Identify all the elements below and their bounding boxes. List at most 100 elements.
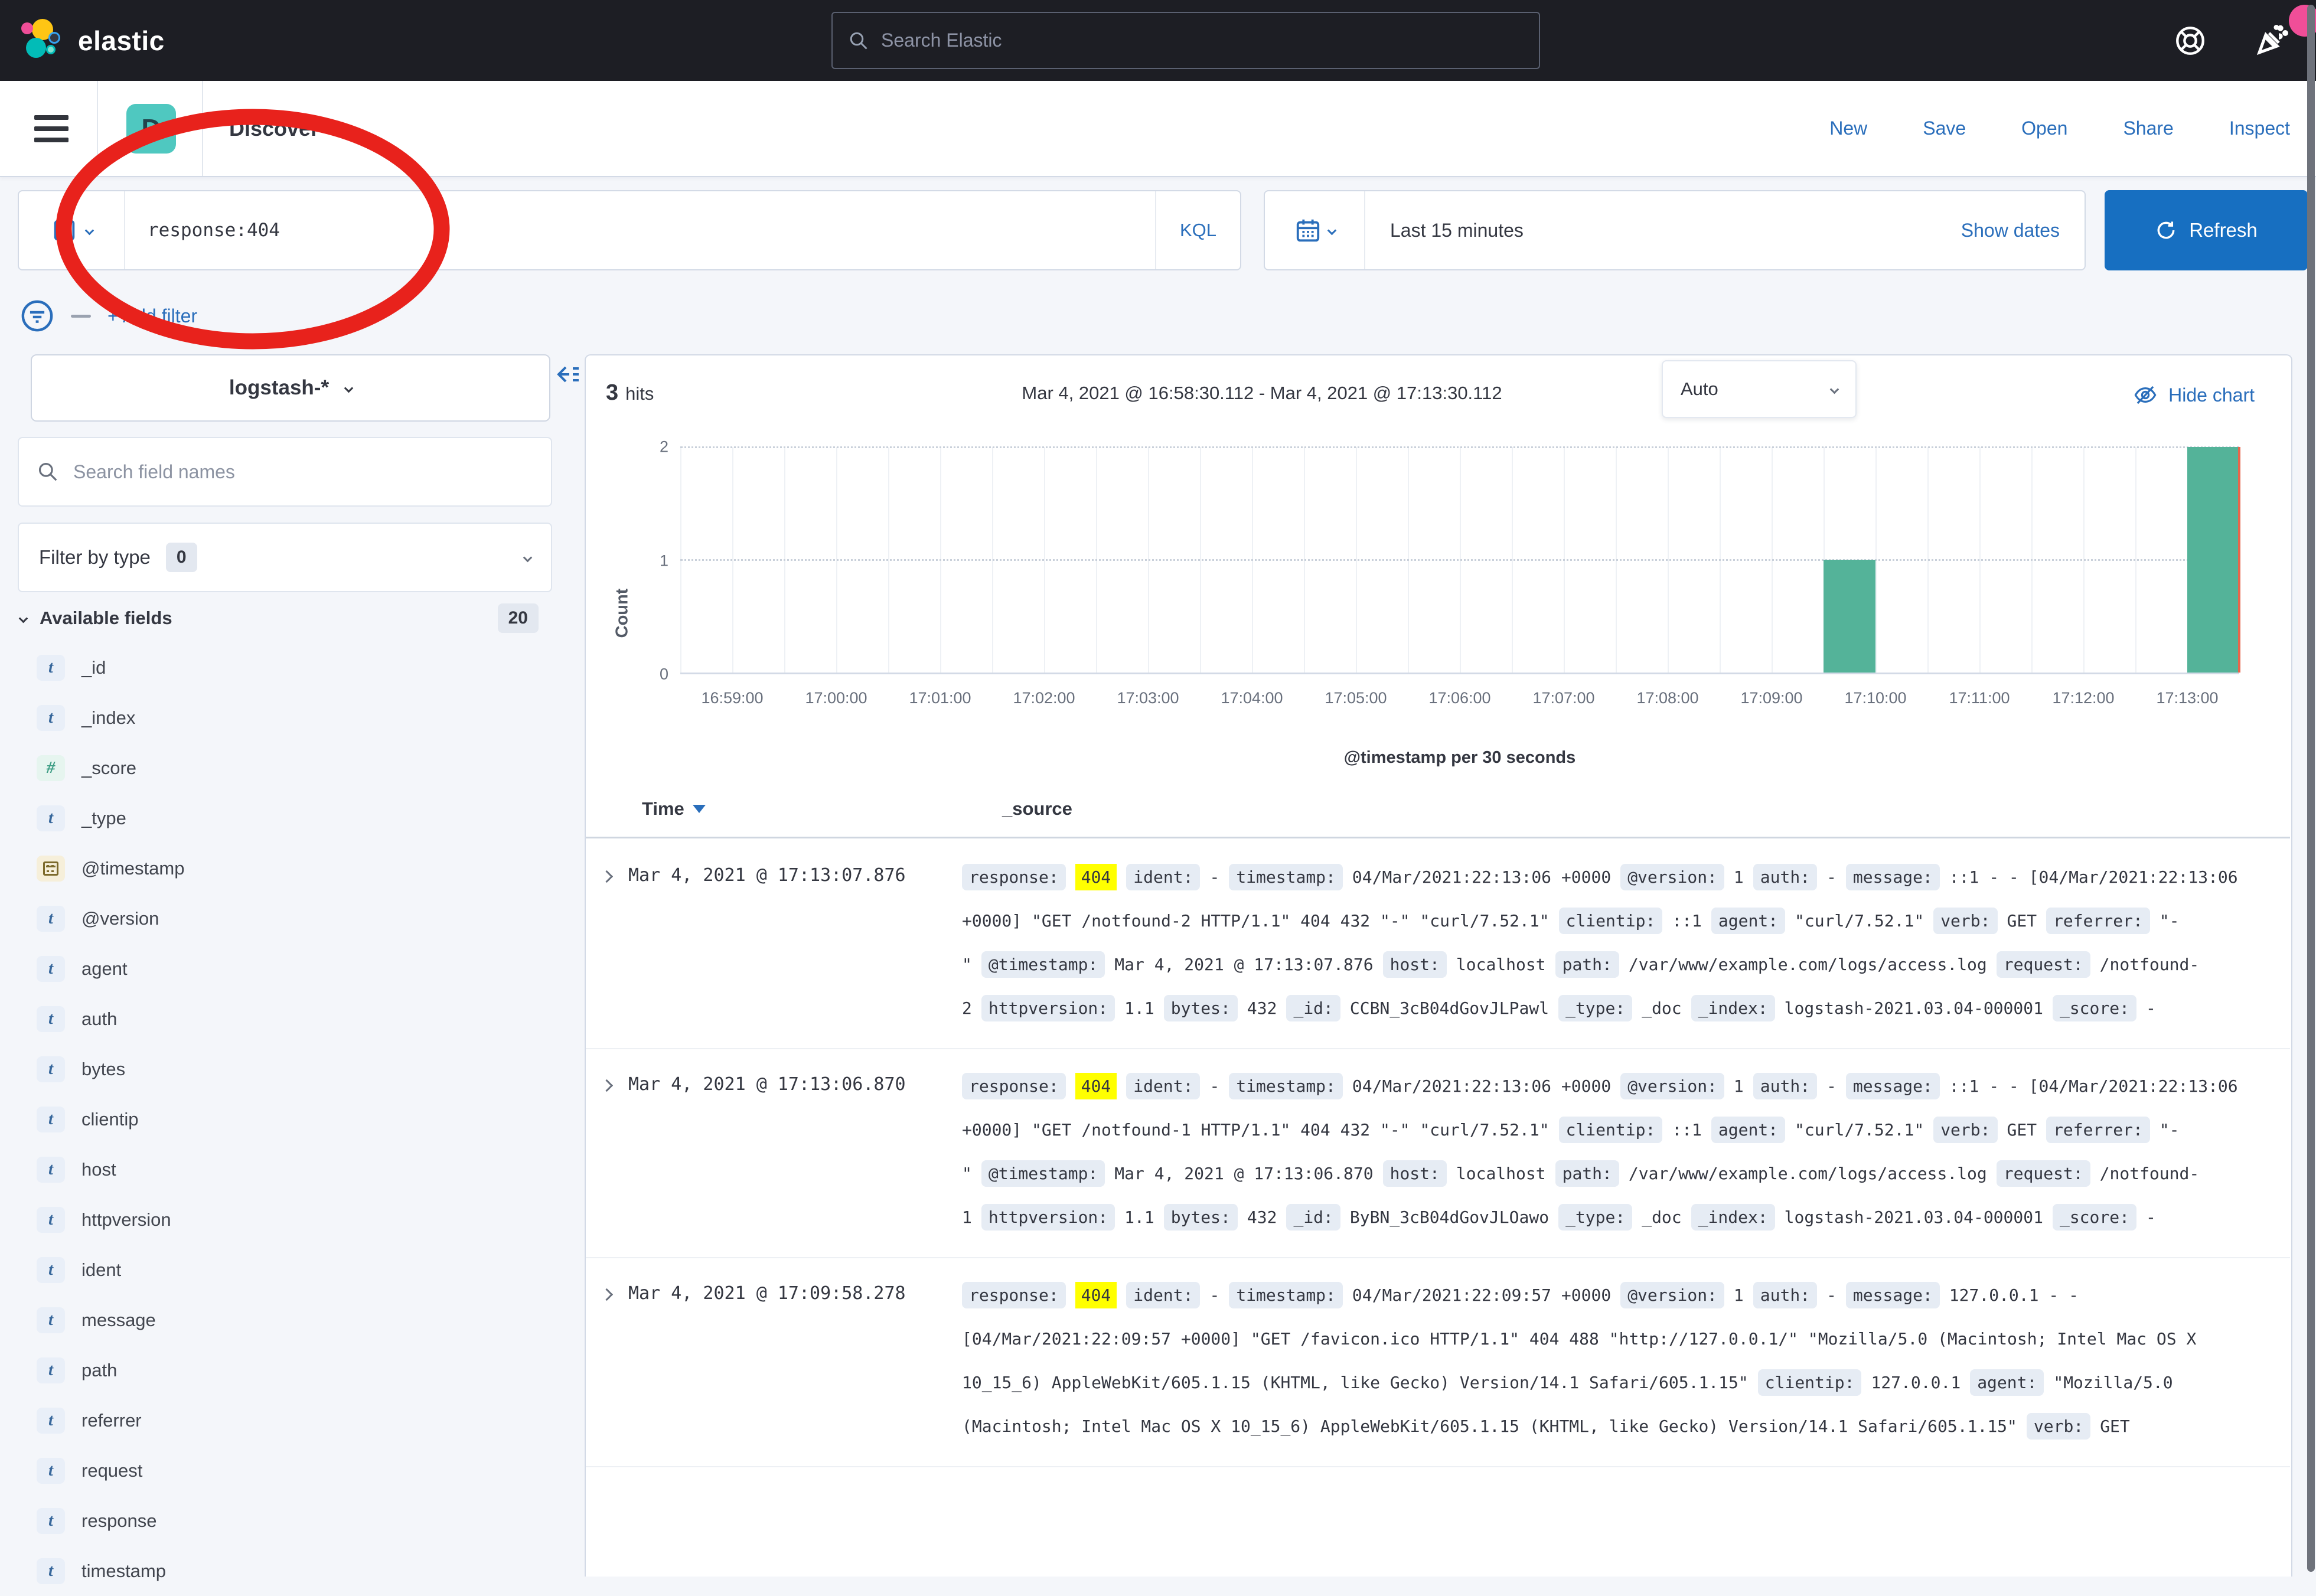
field-name: response [81, 1510, 157, 1532]
histogram-bar[interactable] [1824, 560, 1875, 673]
divider [202, 81, 203, 176]
chevron-down-icon [19, 613, 28, 623]
show-dates-link[interactable]: Show dates [1961, 220, 2060, 241]
field-badge: @version: [1620, 864, 1724, 890]
field-value: 04/Mar/2021:22:09:57 +0000 [1352, 1285, 1611, 1305]
nav-action-share[interactable]: Share [2123, 118, 2173, 139]
x-tick-label: 17:06:00 [1428, 689, 1490, 707]
field-item-clientip[interactable]: tclientip [0, 1094, 585, 1144]
field-badge: host: [1383, 1160, 1447, 1187]
field-item-bytes[interactable]: tbytes [0, 1044, 585, 1094]
field-item-request[interactable]: trequest [0, 1445, 585, 1496]
y-tick-label: 0 [660, 665, 668, 684]
filter-by-type-label: Filter by type [39, 546, 151, 569]
filter-bar: + Add filter [20, 283, 197, 348]
chevron-down-icon [344, 383, 354, 393]
field-badge: referrer: [2046, 1117, 2150, 1143]
discover-app-badge[interactable]: D [126, 104, 176, 154]
newsfeed-icon[interactable] [2253, 20, 2292, 59]
field-item-ident[interactable]: tident [0, 1245, 585, 1295]
field-badge: response: [962, 864, 1066, 890]
expand-doc-toggle[interactable] [586, 1065, 628, 1239]
field-name: message [81, 1310, 156, 1331]
field-item-_id[interactable]: t_id [0, 642, 585, 693]
text-field-icon: t [37, 705, 65, 731]
filter-icon[interactable] [20, 299, 54, 333]
query-input[interactable]: response:404 KQL [18, 190, 1241, 270]
refresh-button[interactable]: Refresh [2105, 190, 2308, 270]
calendar-field-icon [37, 856, 65, 882]
index-pattern-name: logstash-* [229, 376, 329, 400]
collapse-sidebar-icon[interactable] [554, 360, 582, 389]
field-name: ident [81, 1259, 121, 1281]
hits-count: 3 [606, 380, 618, 406]
global-header: elastic [0, 0, 2316, 81]
field-item-_index[interactable]: t_index [0, 693, 585, 743]
field-item-timestamp[interactable]: ttimestamp [0, 1546, 585, 1596]
search-icon [37, 461, 59, 483]
x-axis-title: @timestamp per 30 seconds [680, 748, 2239, 768]
nav-action-save[interactable]: Save [1923, 118, 1966, 139]
global-search[interactable] [831, 12, 1540, 69]
field-value: - [1826, 867, 1837, 887]
elastic-brand[interactable]: elastic [21, 19, 165, 63]
available-fields-label: Available fields [40, 608, 172, 629]
field-item-agent[interactable]: tagent [0, 944, 585, 994]
field-value: - [1826, 1076, 1837, 1096]
global-search-input[interactable] [881, 30, 1472, 51]
range-end-marker [2238, 447, 2240, 673]
field-value: 1 [1734, 867, 1744, 887]
x-tick-label: 17:03:00 [1117, 689, 1179, 707]
nav-action-inspect[interactable]: Inspect [2229, 118, 2290, 139]
field-badge: path: [1555, 951, 1619, 978]
field-badge: auth: [1753, 864, 1817, 890]
time-range-value[interactable]: Last 15 minutes [1390, 220, 1524, 241]
nav-action-new[interactable]: New [1829, 118, 1867, 139]
field-value: logstash-2021.03.04-000001 [1785, 998, 2043, 1018]
field-item-httpversion[interactable]: thttpversion [0, 1194, 585, 1245]
filter-by-type[interactable]: Filter by type 0 [18, 523, 552, 592]
add-filter-link[interactable]: + Add filter [107, 305, 197, 327]
interval-value: Auto [1681, 378, 1718, 400]
histogram-bar[interactable] [2187, 447, 2239, 673]
divider [97, 81, 98, 176]
field-value: ByBN_3cB04dGovJLOawo [1350, 1207, 1549, 1227]
text-field-icon: t [37, 1307, 65, 1333]
field-item-referrer[interactable]: treferrer [0, 1395, 585, 1445]
nav-action-open[interactable]: Open [2021, 118, 2067, 139]
field-item-auth[interactable]: tauth [0, 994, 585, 1044]
query-text[interactable]: response:404 [148, 220, 280, 241]
saved-query-icon [51, 217, 78, 244]
x-tick-label: 16:59:00 [701, 689, 763, 707]
field-value: 127.0.0.1 [1871, 1373, 1961, 1392]
field-item-_score[interactable]: #_score [0, 743, 585, 793]
field-item-@timestamp[interactable]: @timestamp [0, 843, 585, 893]
kql-toggle[interactable]: KQL [1155, 191, 1240, 269]
field-badge: _type: [1558, 1204, 1632, 1231]
field-value: CCBN_3cB04dGovJLPawl [1350, 998, 1549, 1018]
time-column-header[interactable]: Time [642, 798, 706, 820]
field-item-message[interactable]: t message [0, 1295, 585, 1345]
index-pattern-select[interactable]: logstash-* [31, 354, 550, 422]
page-scrollbar[interactable] [2307, 5, 2315, 1572]
interval-select[interactable]: Auto [1662, 360, 1857, 418]
field-search[interactable] [18, 437, 552, 507]
expand-doc-toggle[interactable] [586, 1274, 628, 1448]
field-item-@version[interactable]: t@version [0, 893, 585, 944]
menu-icon[interactable] [34, 115, 68, 142]
saved-query-menu[interactable] [19, 191, 125, 269]
field-item-response[interactable]: tresponse [0, 1496, 585, 1546]
hide-chart-link[interactable]: Hide chart [2133, 383, 2255, 407]
text-field-icon: t [37, 655, 65, 681]
help-icon[interactable] [2173, 24, 2207, 58]
text-field-icon: t [37, 1357, 65, 1383]
calendar-menu[interactable] [1265, 191, 1365, 269]
field-item-host[interactable]: thost [0, 1144, 585, 1194]
field-item-_type[interactable]: t_type [0, 793, 585, 843]
available-fields-header[interactable]: Available fields 20 [20, 603, 552, 633]
text-field-icon: t [37, 1006, 65, 1032]
expand-doc-toggle[interactable] [586, 856, 628, 1030]
field-badge: timestamp: [1229, 864, 1343, 890]
field-search-input[interactable] [73, 461, 522, 483]
field-item-path[interactable]: tpath [0, 1345, 585, 1395]
